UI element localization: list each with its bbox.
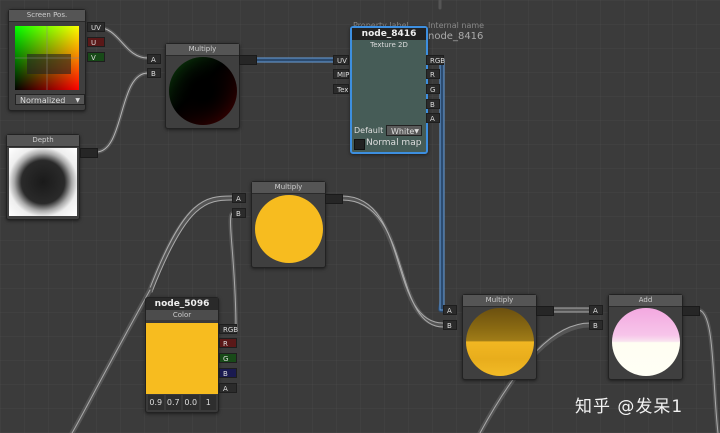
color-node-subtitle: Color bbox=[146, 310, 218, 320]
input-port-uv[interactable]: UV bbox=[333, 55, 349, 65]
output-port-rgb[interactable]: RGB bbox=[426, 55, 445, 65]
color-node[interactable]: node_5096 Color 0.9 0.7 0.0 1 bbox=[145, 297, 219, 413]
output-port-r[interactable]: R bbox=[219, 338, 237, 348]
depth-node[interactable]: Depth bbox=[6, 134, 80, 220]
screen-position-node[interactable]: Screen Pos. Normalized ▼ bbox=[8, 9, 86, 111]
default-value: White bbox=[391, 127, 415, 136]
texture-subtitle: Texture 2D bbox=[370, 41, 408, 49]
multiply-node-bottom[interactable]: Multiply bbox=[462, 294, 537, 380]
color-node-name[interactable]: node_5096 bbox=[146, 298, 218, 310]
internal-name-label: Internal name bbox=[428, 21, 485, 30]
output-port-g[interactable]: G bbox=[219, 353, 237, 363]
add-node[interactable]: Add bbox=[608, 294, 683, 380]
input-port-b[interactable]: B bbox=[232, 208, 246, 218]
color-value-r[interactable]: 0.9 bbox=[148, 395, 164, 410]
texture-name-field[interactable]: node_8416 bbox=[352, 28, 426, 40]
color-swatch[interactable] bbox=[146, 323, 218, 394]
multiply-bottom-preview bbox=[466, 308, 534, 376]
wire-texture-rgb-to-multiply-a bbox=[438, 57, 446, 313]
node-title: Depth bbox=[7, 135, 79, 147]
default-label: Default bbox=[354, 126, 384, 135]
output-port-u[interactable]: U bbox=[87, 37, 105, 47]
output-port-uv[interactable]: UV bbox=[87, 22, 105, 32]
color-value-a[interactable]: 1 bbox=[200, 395, 216, 410]
input-port-a[interactable]: A bbox=[147, 54, 161, 64]
multiply-bottom-output-port[interactable] bbox=[536, 306, 554, 316]
node-title: Multiply bbox=[463, 295, 536, 307]
output-port-rgb[interactable]: RGB bbox=[219, 324, 238, 334]
output-port-a[interactable]: A bbox=[219, 383, 237, 393]
input-port-b[interactable]: B bbox=[589, 320, 603, 330]
screen-position-preview bbox=[15, 26, 79, 90]
input-port-a[interactable]: A bbox=[232, 193, 246, 203]
output-port-b[interactable]: B bbox=[426, 99, 440, 109]
output-port-b[interactable]: B bbox=[219, 368, 237, 378]
node-title: Add bbox=[609, 295, 682, 307]
input-port-tex[interactable]: Tex bbox=[333, 84, 349, 94]
normal-map-label: Normal map bbox=[366, 138, 422, 148]
output-port-v[interactable]: V bbox=[87, 52, 105, 62]
multiply-node-top[interactable]: Multiply bbox=[165, 43, 240, 129]
output-port-a[interactable]: A bbox=[426, 113, 440, 123]
input-port-a[interactable]: A bbox=[589, 305, 603, 315]
depth-preview bbox=[9, 148, 77, 216]
input-port-b[interactable]: B bbox=[147, 68, 161, 78]
mode-value: Normalized bbox=[20, 96, 66, 105]
multiply-middle-preview bbox=[255, 195, 323, 263]
multiply-middle-output-port[interactable] bbox=[325, 194, 343, 204]
multiply-node-middle[interactable]: Multiply bbox=[251, 181, 326, 268]
depth-output-port[interactable] bbox=[80, 148, 98, 158]
color-value-g[interactable]: 0.7 bbox=[165, 395, 181, 410]
internal-name-value: node_8416 bbox=[428, 31, 484, 42]
add-preview bbox=[612, 308, 680, 376]
node-title: Multiply bbox=[252, 182, 325, 194]
output-port-g[interactable]: G bbox=[426, 84, 440, 94]
node-title: Multiply bbox=[166, 44, 239, 56]
node-title: Screen Pos. bbox=[9, 10, 85, 22]
color-values: 0.9 0.7 0.0 1 bbox=[146, 395, 218, 410]
texture-2d-node[interactable]: node_8416 Texture 2D Default White ▼ Nor… bbox=[350, 26, 428, 154]
input-port-mip[interactable]: MIP bbox=[333, 69, 349, 79]
mode-dropdown[interactable]: Normalized ▼ bbox=[15, 94, 85, 105]
chevron-down-icon: ▼ bbox=[75, 97, 80, 104]
output-port-r[interactable]: R bbox=[426, 69, 440, 79]
multiply-top-preview bbox=[169, 57, 237, 125]
color-value-b[interactable]: 0.0 bbox=[183, 395, 199, 410]
input-port-a[interactable]: A bbox=[443, 305, 457, 315]
wire-add-output bbox=[696, 308, 720, 433]
watermark: 知乎 @发呆1 bbox=[575, 397, 684, 417]
input-port-b[interactable]: B bbox=[443, 320, 457, 330]
add-output-port[interactable] bbox=[682, 306, 700, 316]
default-dropdown[interactable]: White ▼ bbox=[386, 125, 422, 136]
multiply-top-output-port[interactable] bbox=[239, 55, 257, 65]
wire-multiply-mid-to-multiply-bottom-b bbox=[339, 195, 446, 328]
chevron-down-icon: ▼ bbox=[414, 128, 419, 135]
normal-map-checkbox[interactable] bbox=[354, 139, 365, 150]
